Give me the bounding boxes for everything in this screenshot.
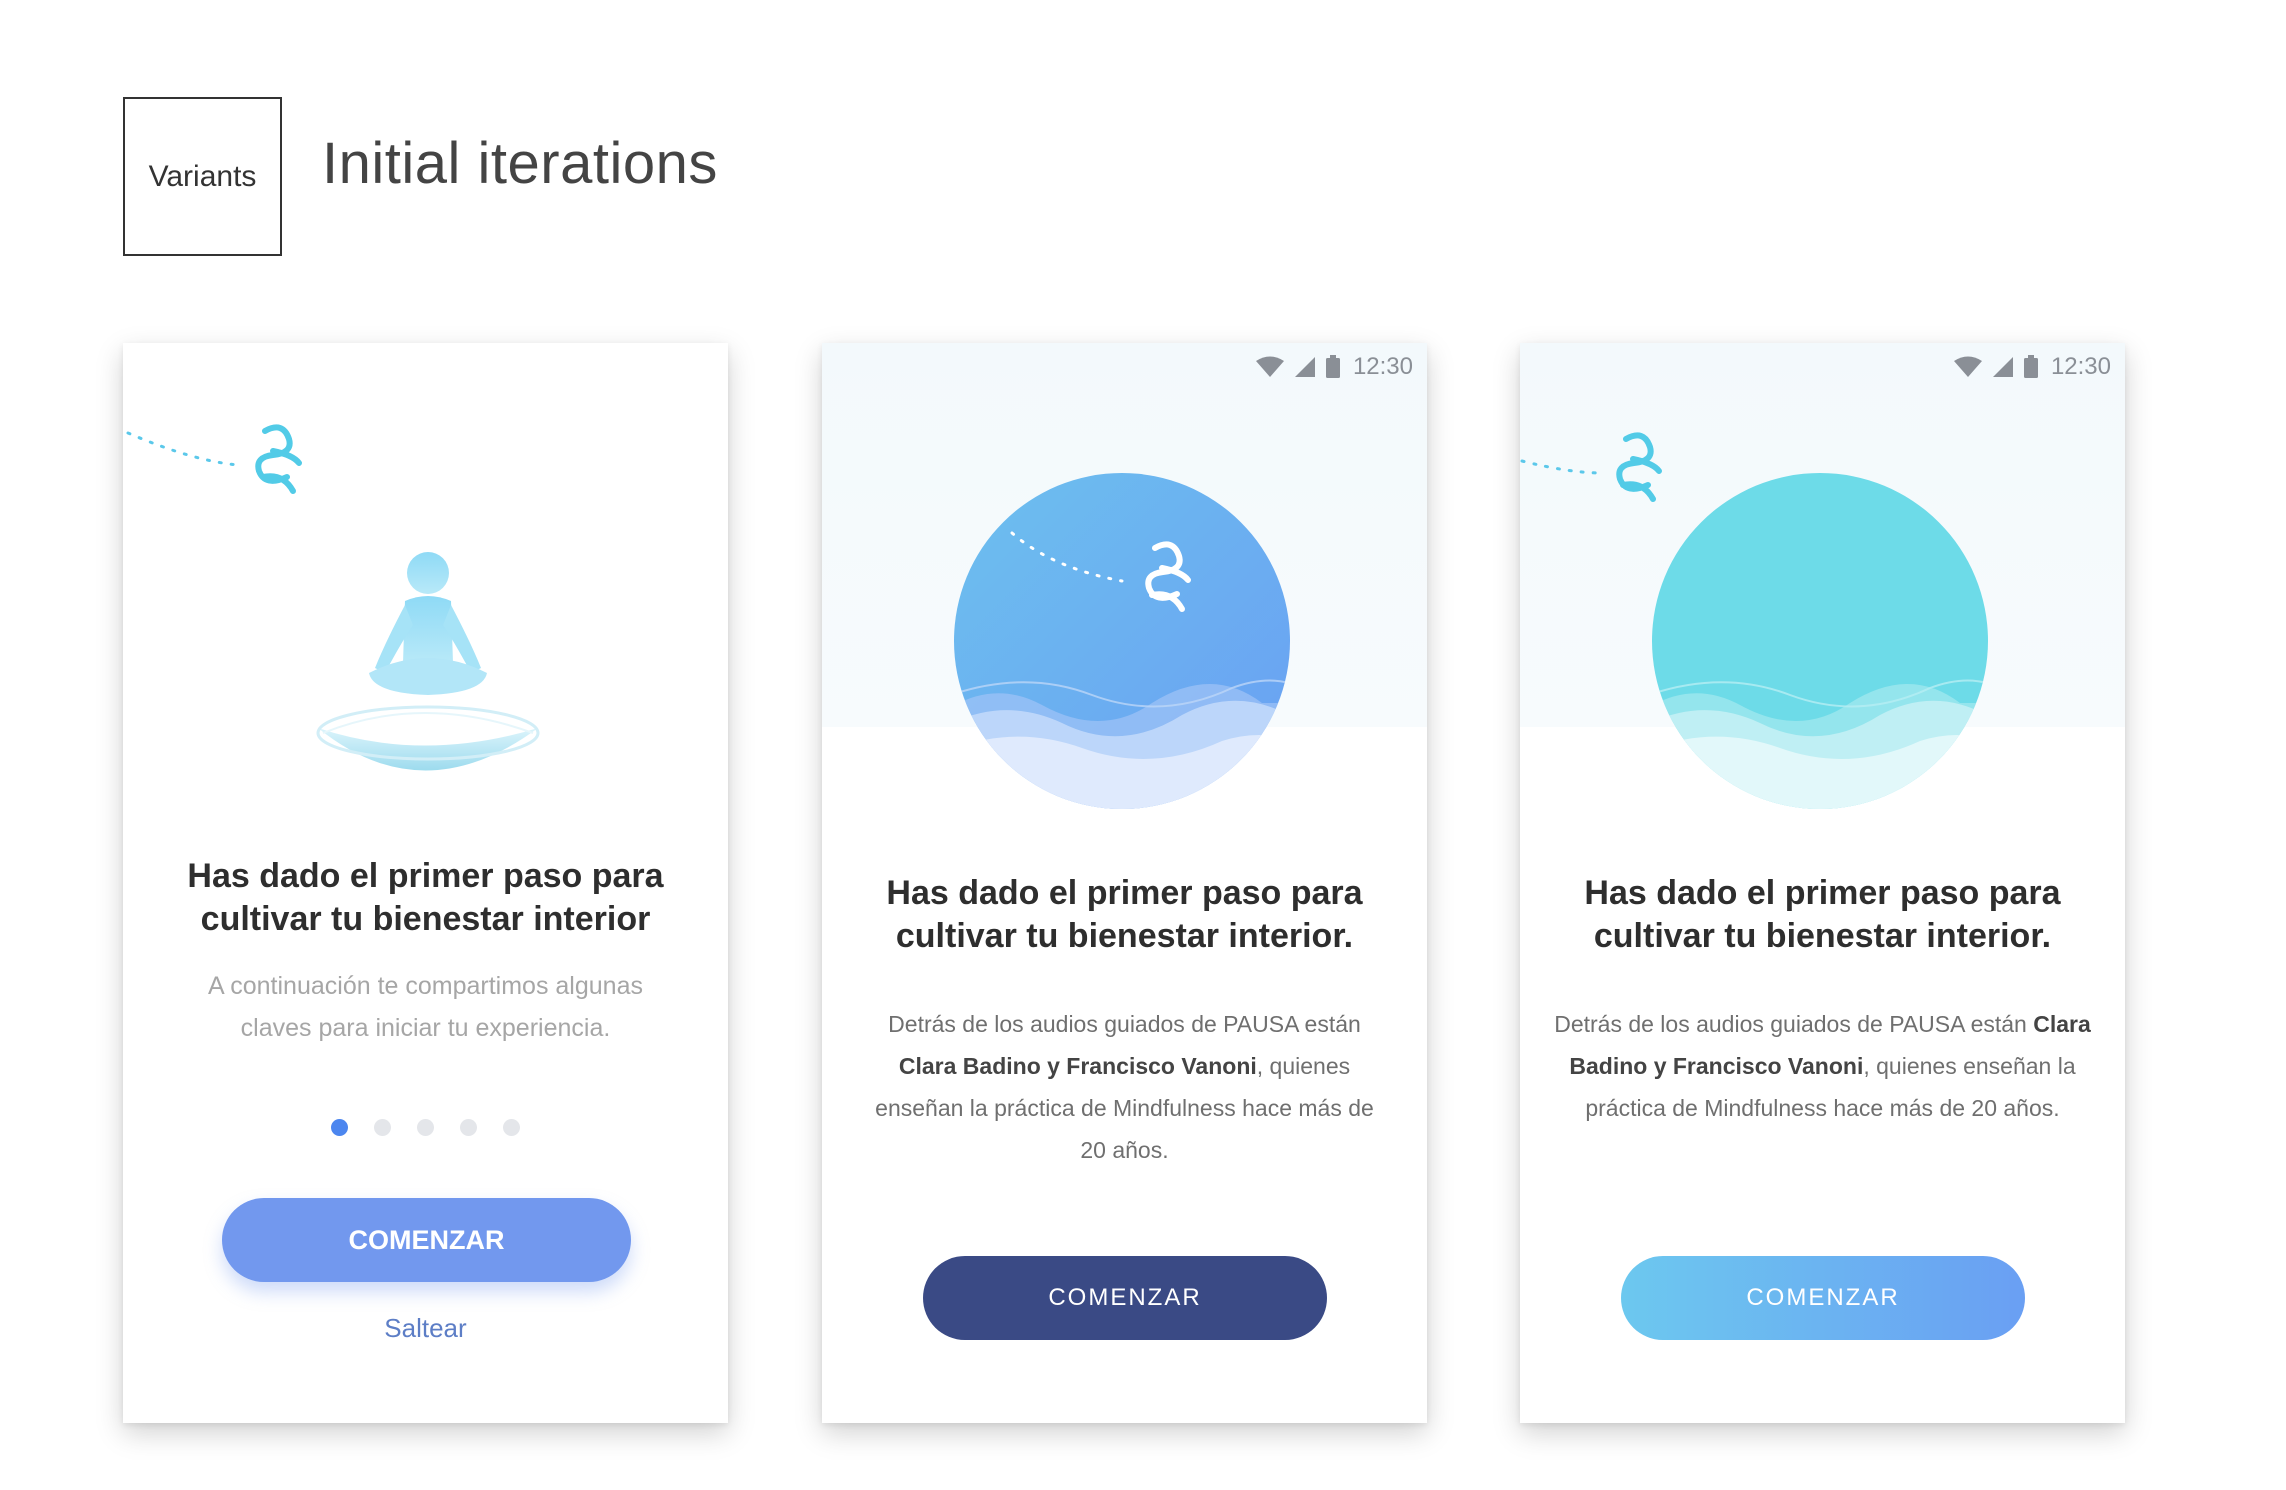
- page-dot-1[interactable]: [331, 1119, 348, 1136]
- body-line-2: Clara Badino y Francisco Vanoni, quienes: [852, 1045, 1397, 1087]
- hero-illustration: [126, 424, 540, 771]
- onboarding-body: Detrás de los audios guiados de PAUSA es…: [1550, 1003, 2095, 1129]
- heading-line-2: cultivar tu bienestar interior.: [895, 917, 1354, 955]
- heading-line-1: Has dado el primer paso para: [187, 857, 664, 895]
- onboarding-body: Detrás de los audios guiados de PAUSA es…: [852, 1003, 1397, 1171]
- page-dot-4[interactable]: [460, 1119, 477, 1136]
- variants-label: Variants: [148, 159, 257, 193]
- instructor-name-part-1: Clara: [2033, 1011, 2091, 1037]
- heading-line-1: Has dado el primer paso para: [886, 874, 1363, 912]
- comenzar-button[interactable]: COMENZAR: [1621, 1256, 2025, 1340]
- subtitle-line-1: A continuación te compartimos algunas: [208, 972, 643, 1000]
- onboarding-variant-1: Has dado el primer paso para cultivar tu…: [123, 343, 728, 1423]
- comenzar-button[interactable]: COMENZAR: [222, 1198, 631, 1282]
- variants-label-box: Variants: [123, 97, 282, 256]
- heading-line-2: cultivar tu bienestar interior: [200, 900, 651, 938]
- page-dot-3[interactable]: [417, 1119, 434, 1136]
- pausa-logo-icon: [255, 424, 302, 494]
- body-line-2: Badino y Francisco Vanoni, quienes enseñ…: [1550, 1045, 2095, 1087]
- skip-link[interactable]: Saltear: [123, 1313, 728, 1344]
- onboarding-variant-3: 12:30 Has dado el primer paso para culti…: [1520, 343, 2125, 1423]
- page-title: Initial iterations: [322, 131, 718, 196]
- comenzar-button[interactable]: COMENZAR: [923, 1256, 1327, 1340]
- instructor-name-part-2: Badino y Francisco Vanoni: [1569, 1053, 1864, 1079]
- body-line-3: enseñan la práctica de Mindfulness hace …: [875, 1095, 1374, 1121]
- page-indicator[interactable]: [123, 1119, 728, 1136]
- heading-line-1: Has dado el primer paso para: [1584, 874, 2061, 912]
- subtitle-line-2: claves para iniciar tu experiencia.: [240, 1014, 611, 1042]
- onboarding-heading: Has dado el primer paso para cultivar tu…: [1520, 872, 2125, 958]
- onboarding-heading: Has dado el primer paso para cultivar tu…: [822, 872, 1427, 958]
- body-line-3: práctica de Mindfulness hace más de 20 a…: [1585, 1095, 2060, 1121]
- instructors-names: Clara Badino y Francisco Vanoni: [898, 1053, 1257, 1079]
- meditation-figure-icon: [316, 552, 540, 771]
- onboarding-heading: Has dado el primer paso para cultivar tu…: [123, 855, 728, 941]
- page-dot-2[interactable]: [374, 1119, 391, 1136]
- hero-circle-illustration: [1520, 432, 1988, 809]
- body-line-1: Detrás de los audios guiados de PAUSA es…: [888, 1011, 1361, 1037]
- heading-line-2: cultivar tu bienestar interior.: [1593, 917, 2052, 955]
- body-line-1: Detrás de los audios guiados de PAUSA es…: [1550, 1003, 2095, 1045]
- onboarding-subtitle: A continuación te compartimos algunas cl…: [153, 965, 698, 1049]
- body-line-2-rest: , quienes enseñan la: [1863, 1053, 2076, 1079]
- onboarding-variant-2: 12:30 Has dado el primer paso para culti…: [822, 343, 1427, 1423]
- hero-circle-illustration: [954, 473, 1290, 809]
- body-line-4: 20 años.: [1080, 1137, 1169, 1163]
- pausa-logo-icon: [1616, 432, 1662, 502]
- body-line-1-text: Detrás de los audios guiados de PAUSA es…: [1554, 1011, 2034, 1037]
- page-dot-5[interactable]: [503, 1119, 520, 1136]
- body-line-2-rest: , quienes: [1256, 1053, 1351, 1079]
